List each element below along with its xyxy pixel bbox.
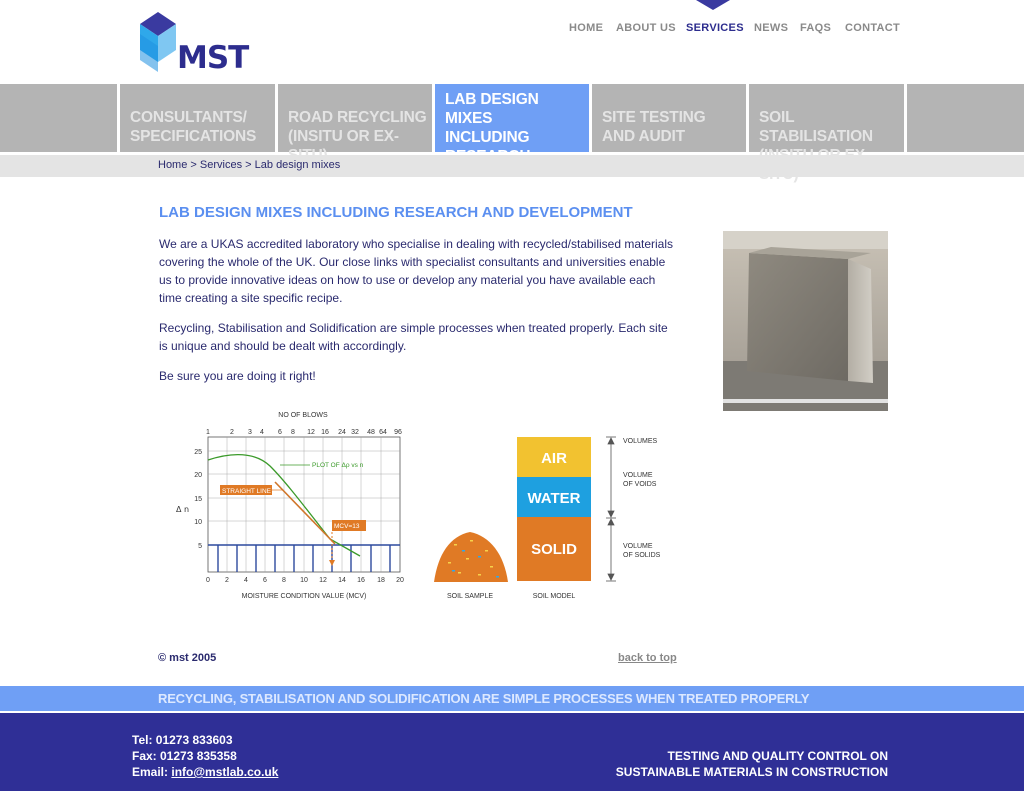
tab-road-recycling[interactable]: ROAD RECYCLING (INSITU OR EX-SITU) [278,84,432,164]
top-tick: 96 [394,429,402,436]
x-tick: 4 [244,577,248,584]
tab-site-testing[interactable]: SITE TESTING AND AUDIT [592,84,746,152]
top-tick: 24 [338,429,346,436]
x-tick: 8 [282,577,286,584]
tab-label: SITE TESTING [602,109,706,126]
top-tick: 3 [248,429,252,436]
tab-consultants[interactable]: CONSULTANTS/ SPECIFICATIONS [120,84,275,152]
breadcrumb-current: Lab design mixes [254,159,341,171]
solids-label: VOLUME [623,543,653,550]
nav-contact[interactable]: CONTACT [845,22,900,34]
top-tick: 48 [367,429,375,436]
volumes-label: VOLUMES [623,438,658,445]
breadcrumb-services[interactable]: Services [200,159,242,171]
active-nav-marker-icon [696,0,730,10]
tab-lab-design-mixes[interactable]: LAB DESIGN MIXES INCLUDING RESEARCH AND … [435,84,589,203]
tab-label: CONSULTANTS/ [130,109,247,126]
breadcrumb-separator: > [245,159,252,171]
breadcrumb-home[interactable]: Home [158,159,187,171]
soil-model-air: AIR [541,450,567,467]
top-tick: 4 [260,429,264,436]
email-link[interactable]: info@mstlab.co.uk [171,765,278,779]
closing-paragraph: Be sure you are doing it right! [159,369,316,383]
x-tick: 10 [300,577,308,584]
x-tick: 6 [263,577,267,584]
tab-spacer-left [0,84,117,152]
concrete-block-photo [723,231,888,411]
y-tick: 15 [194,496,202,503]
copyright: © mst 2005 [158,652,217,664]
y-tick: 25 [194,449,202,456]
x-tick: 0 [206,577,210,584]
fax-number: Fax: 01273 835358 [132,749,237,763]
mcv-soil-diagram: NO OF BLOWS 1 2 3 4 6 8 12 16 24 32 48 6… [176,412,661,600]
tab-label: LAB DESIGN MIXES [445,91,539,127]
top-tick: 6 [278,429,282,436]
breadcrumb: Home > Services > Lab design mixes [158,159,340,171]
soil-model-label: SOIL MODEL [533,593,576,600]
contact-details: Tel: 01273 833603 Fax: 01273 835358 Emai… [132,732,278,780]
mcv-label: MCV=13 [334,523,360,530]
soil-model-solid: SOLID [531,541,577,558]
footer: Tel: 01273 833603 Fax: 01273 835358 Emai… [0,713,1024,791]
page-title: LAB DESIGN MIXES INCLUDING RESEARCH AND … [159,204,633,221]
y-axis-label: Δ n [176,505,189,514]
nav-news[interactable]: NEWS [754,22,788,34]
tab-label: SOIL STABILISATION [759,109,873,145]
top-tick: 32 [351,429,359,436]
intro-paragraph: We are a UKAS accredited laboratory who … [159,237,674,305]
x-tick: 12 [319,577,327,584]
process-paragraph: Recycling, Stabilisation and Solidificat… [159,321,668,353]
top-navigation: HOME ABOUT US SERVICES NEWS FAQS CONTACT [0,0,1024,42]
solids-label: OF SOLIDS [623,552,661,559]
logo-text: MST [177,40,249,76]
y-tick: 20 [194,472,202,479]
tab-spacer-right [907,84,1024,152]
phone-number: Tel: 01273 833603 [132,733,233,747]
x-tick: 16 [357,577,365,584]
top-tick: 16 [321,429,329,436]
voids-label: VOLUME [623,472,653,479]
slogan-line: TESTING AND QUALITY CONTROL ON [667,749,888,763]
top-tick: 2 [230,429,234,436]
tab-label: SPECIFICATIONS [130,128,257,145]
x-tick: 14 [338,577,346,584]
tab-soil-stabilisation[interactable]: SOIL STABILISATION (INSITU OR EX-SITU) [749,84,904,183]
plot-label: PLOT OF Δρ vs n [312,462,364,469]
tab-label: ROAD RECYCLING [288,109,427,126]
y-tick: 10 [194,519,202,526]
soil-sample-pile [434,532,508,582]
nav-about-us[interactable]: ABOUT US [616,22,676,34]
soil-model-water: WATER [527,490,580,507]
top-tick: 64 [379,429,387,436]
x-tick: 18 [377,577,385,584]
voids-label: OF VOIDS [623,481,657,488]
nav-services[interactable]: SERVICES [686,22,744,34]
straight-line-label: STRAIGHT LINE [222,488,272,495]
breadcrumb-bar: Home > Services > Lab design mixes [0,155,1024,177]
tagline: RECYCLING, STABILISATION AND SOLIDIFICAT… [158,691,810,706]
top-tick: 12 [307,429,315,436]
nav-faqs[interactable]: FAQS [800,22,831,34]
slogan-line: SUSTAINABLE MATERIALS IN CONSTRUCTION [615,765,888,779]
x-tick: 2 [225,577,229,584]
x-tick: 20 [396,577,404,584]
tab-label: AND AUDIT [602,128,685,145]
soil-sample-label: SOIL SAMPLE [447,593,493,600]
top-tick: 1 [206,429,210,436]
footer-slogan: TESTING AND QUALITY CONTROL ON SUSTAINAB… [616,748,888,780]
x-axis-label: MOISTURE CONDITION VALUE (MCV) [242,593,367,600]
y-tick: 5 [198,543,202,550]
graph-top-label: NO OF BLOWS [278,412,328,419]
top-tick: 8 [291,429,295,436]
email-line: Email: info@mstlab.co.uk [132,764,278,780]
breadcrumb-separator: > [190,159,197,171]
tagline-bar: RECYCLING, STABILISATION AND SOLIDIFICAT… [0,686,1024,711]
nav-home[interactable]: HOME [569,22,603,34]
back-to-top-link[interactable]: back to top [618,652,677,664]
email-label: Email: [132,765,169,779]
service-tabs: CONSULTANTS/ SPECIFICATIONS ROAD RECYCLI… [0,84,1024,203]
